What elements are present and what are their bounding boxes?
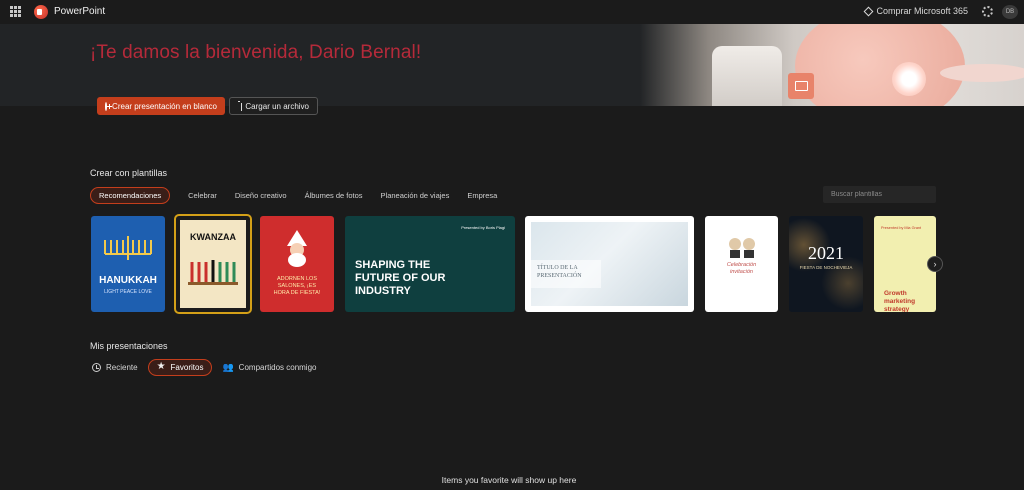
diamond-icon [864, 6, 874, 16]
tab-reciente[interactable]: Reciente [92, 359, 138, 376]
new-slide-icon [788, 73, 814, 99]
template-card-titulo-presentacion[interactable]: TÍTULO DE LA PRESENTACIÓN [525, 216, 694, 312]
santa-icon [287, 230, 307, 267]
tab-recomendaciones[interactable]: Recomendaciones [90, 186, 171, 204]
template-card-celebracion[interactable]: Celebración invitación [705, 216, 778, 312]
tab-favoritos[interactable]: ★ Favoritos [147, 358, 213, 376]
banner-illustration [640, 24, 1024, 106]
empty-state-message: Items you favorite will show up here [441, 475, 577, 485]
template-card-hanukkah[interactable]: HANUKKAH LIGHT PEACE LOVE [91, 216, 165, 312]
tab-compartidos-conmigo[interactable]: 👥 Compartidos conmigo [222, 359, 316, 376]
template-card-shaping-the-future[interactable]: Presented by Boris Plagi SHAPING THE FUT… [345, 216, 515, 312]
app-launcher-icon[interactable] [10, 6, 21, 17]
templates-heading: Crear con plantillas [90, 168, 168, 178]
template-tabs: Recomendaciones Celebrar Diseño creativo… [90, 186, 497, 204]
tab-albumes-de-fotos[interactable]: Álbumes de fotos [305, 187, 363, 204]
upload-file-button[interactable]: Cargar un archivo [229, 97, 318, 115]
new-blank-presentation-button[interactable]: Crear presentación en blanco [97, 97, 225, 115]
template-card-santa[interactable]: ADORNEN LOS SALONES, ¡ES HORA DE FIESTA! [260, 216, 334, 312]
people-icon: 👥 [222, 361, 234, 372]
buy-microsoft-365-link[interactable]: Comprar Microsoft 365 [864, 6, 968, 16]
chevron-right-icon: › [933, 259, 937, 269]
app-name[interactable]: PowerPoint [54, 6, 105, 17]
tab-empresa[interactable]: Empresa [467, 187, 497, 204]
couple-icon [729, 238, 755, 258]
clock-icon [92, 362, 101, 372]
top-bar: PowerPoint Comprar Microsoft 365 DB [0, 0, 1024, 24]
next-templates-button[interactable]: › [927, 256, 943, 272]
kinara-icon [188, 260, 238, 285]
tab-diseno-creativo[interactable]: Diseño creativo [235, 187, 287, 204]
template-card-kwanzaa[interactable]: KWANZAA [174, 214, 252, 314]
tab-celebrar[interactable]: Celebrar [188, 187, 217, 204]
welcome-heading: ¡Te damos la bienvenida, Dario Bernal! [90, 42, 422, 63]
tab-planeacion-de-viajes[interactable]: Planeación de viajes [381, 187, 450, 204]
star-icon: ★ [156, 361, 166, 372]
powerpoint-logo-icon [34, 5, 48, 19]
settings-gear-icon[interactable] [982, 6, 993, 17]
my-presentations-heading: Mis presentaciones [90, 341, 168, 351]
buy-label: Comprar Microsoft 365 [876, 6, 968, 16]
plus-circle-icon [105, 101, 113, 111]
search-templates-input[interactable] [823, 186, 936, 203]
menorah-icon [104, 236, 152, 260]
avatar[interactable]: DB [1002, 5, 1018, 19]
template-card-2021[interactable]: 2021 FIESTA DE NOCHEVIEJA [789, 216, 863, 312]
upload-icon [238, 101, 243, 111]
presentation-tabs: Reciente ★ Favoritos 👥 Compartidos conmi… [92, 358, 316, 376]
